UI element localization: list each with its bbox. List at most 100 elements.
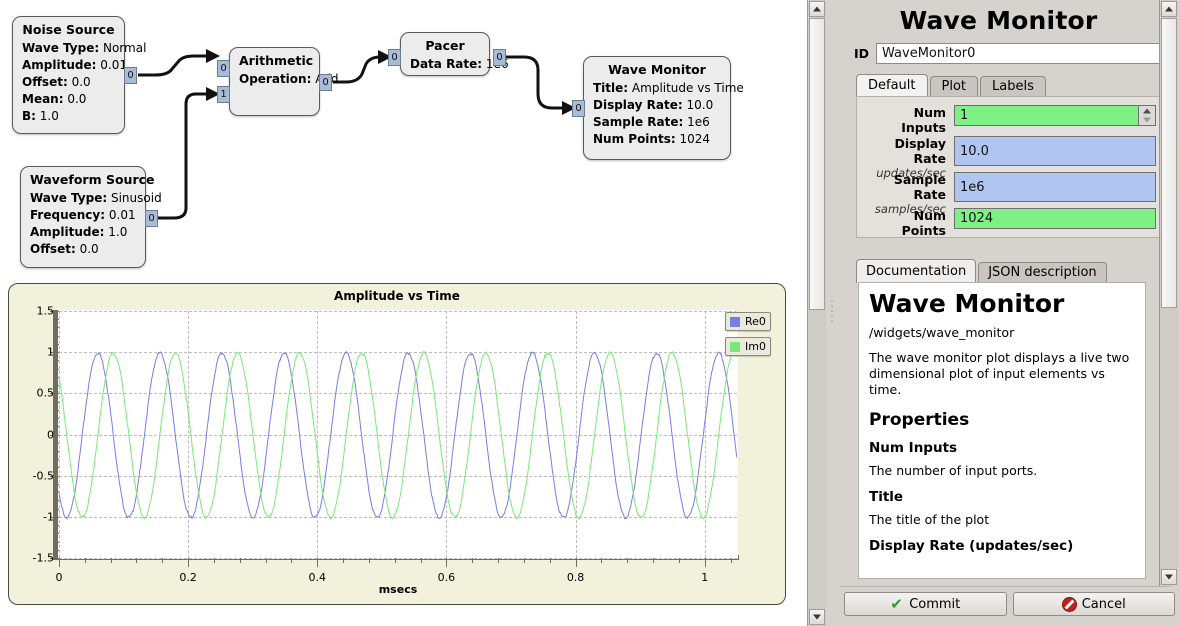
default-tab-content: Num Inputs Display Rate updates/sec bbox=[856, 96, 1161, 238]
node-title: Pacer bbox=[410, 38, 480, 53]
plot-area: 1.510.50-0.5-1-1.5 00.20.40.60.81 bbox=[58, 310, 738, 559]
property-value: 1.0 bbox=[108, 225, 127, 239]
y-tick-label: -0.5 bbox=[33, 469, 54, 482]
tab-labels[interactable]: Labels bbox=[980, 76, 1046, 97]
port-out-pacer-0[interactable]: 0 bbox=[493, 49, 506, 66]
node-arithmetic[interactable]: Arithmetic Operation: Add bbox=[229, 47, 320, 116]
x-tick-mark-minor bbox=[214, 558, 215, 563]
node-property: Mean: 0.0 bbox=[22, 91, 115, 108]
stepper-up-icon[interactable] bbox=[1139, 106, 1155, 116]
port-out-waveform-source-0[interactable]: 0 bbox=[145, 210, 158, 227]
y-tick-mark-minor bbox=[54, 509, 59, 510]
chart-title: Amplitude vs Time bbox=[9, 289, 785, 303]
node-wave-monitor[interactable]: Wave Monitor Title: Amplitude vs Time Di… bbox=[583, 56, 731, 160]
field-label-text: Display Rate bbox=[865, 136, 946, 166]
node-property: Frequency: 0.01 bbox=[30, 207, 136, 224]
num-points-input[interactable] bbox=[954, 208, 1156, 229]
port-out-noise-source-0[interactable]: 0 bbox=[124, 67, 137, 84]
num-inputs-input[interactable] bbox=[954, 105, 1139, 126]
property-value: 10.0 bbox=[687, 98, 714, 112]
tab-default[interactable]: Default bbox=[856, 74, 928, 97]
property-key: Wave Type: bbox=[22, 41, 99, 55]
x-tick-mark-minor bbox=[369, 558, 370, 563]
port-out-arithmetic-0[interactable]: 0 bbox=[319, 74, 332, 91]
node-property: Wave Type: Normal bbox=[22, 40, 115, 57]
port-in-arithmetic-0[interactable]: 0 bbox=[217, 60, 230, 77]
property-value: 0.0 bbox=[72, 75, 91, 89]
scrollbar-thumb[interactable] bbox=[809, 18, 825, 310]
property-value: 1e6 bbox=[687, 115, 710, 129]
x-tick-mark-minor bbox=[731, 558, 732, 563]
legend-item[interactable]: Im0 bbox=[725, 337, 771, 356]
y-tick-mark-minor bbox=[54, 426, 59, 427]
documentation-tabs: Documentation JSON description bbox=[856, 259, 1161, 283]
documentation-content[interactable]: Wave Monitor /widgets/wave_monitor The w… bbox=[858, 282, 1146, 579]
field-num-points: Num Points bbox=[865, 208, 1156, 238]
field-label-text: Num Inputs bbox=[865, 105, 946, 135]
tab-json-description[interactable]: JSON description bbox=[978, 262, 1106, 283]
workspace-scrollbar[interactable] bbox=[807, 0, 826, 626]
x-tick-mark-minor bbox=[136, 558, 137, 563]
node-noise-source[interactable]: Noise Source Wave Type: Normal Amplitude… bbox=[12, 16, 125, 134]
scroll-down-arrow[interactable] bbox=[1161, 569, 1177, 585]
legend-item[interactable]: Re0 bbox=[725, 312, 771, 331]
properties-panel: Wave Monitor ID Default Plot Labels Num … bbox=[840, 0, 1179, 626]
sample-rate-input[interactable] bbox=[954, 172, 1156, 202]
doc-prop-text: The title of the plot bbox=[869, 512, 1135, 528]
scrollbar-thumb[interactable] bbox=[1161, 18, 1177, 308]
property-key: Frequency: bbox=[30, 208, 105, 222]
field-num-inputs: Num Inputs bbox=[865, 105, 1156, 135]
x-tick-mark-minor bbox=[498, 558, 499, 563]
y-tick-label: 1 bbox=[47, 346, 54, 359]
x-tick-mark-minor bbox=[162, 558, 163, 563]
property-value: 1.0 bbox=[40, 109, 59, 123]
node-property: Title: Amplitude vs Time bbox=[593, 80, 721, 97]
flowgraph-canvas[interactable]: Noise Source Wave Type: Normal Amplitude… bbox=[0, 0, 806, 626]
y-tick-mark-minor bbox=[54, 385, 59, 386]
stepper-buttons[interactable] bbox=[1139, 105, 1156, 126]
port-in-arithmetic-1[interactable]: 1 bbox=[217, 86, 230, 103]
doc-heading: Wave Monitor bbox=[869, 289, 1135, 319]
y-tick-mark-minor bbox=[54, 550, 59, 551]
x-tick-mark bbox=[705, 558, 706, 567]
display-rate-input[interactable] bbox=[954, 136, 1156, 166]
node-title: Wave Monitor bbox=[593, 62, 721, 77]
x-tick-mark-minor bbox=[240, 558, 241, 563]
port-in-wave-monitor-0[interactable]: 0 bbox=[572, 100, 585, 117]
property-key: Mean: bbox=[22, 92, 64, 106]
node-property: B: 1.0 bbox=[22, 108, 115, 125]
property-key: Offset: bbox=[30, 242, 76, 256]
stepper-down-icon[interactable] bbox=[1139, 116, 1155, 126]
scroll-up-arrow[interactable] bbox=[1161, 1, 1177, 17]
y-tick-mark-minor bbox=[54, 476, 59, 477]
node-pacer[interactable]: Pacer Data Rate: 1e6 bbox=[400, 32, 490, 76]
doc-properties-heading: Properties bbox=[869, 410, 1135, 430]
scroll-up-arrow[interactable] bbox=[809, 1, 825, 17]
doc-path: /widgets/wave_monitor bbox=[869, 325, 1135, 340]
y-tick-mark-minor bbox=[54, 402, 59, 403]
y-tick-label: -1.5 bbox=[33, 552, 54, 565]
field-label-text: Sample Rate bbox=[865, 172, 946, 202]
property-value: 1024 bbox=[679, 132, 710, 146]
node-property: Display Rate: 10.0 bbox=[593, 97, 721, 114]
scroll-down-arrow[interactable] bbox=[809, 609, 825, 625]
node-property: Wave Type: Sinusoid bbox=[30, 190, 136, 207]
node-property: Amplitude: 1.0 bbox=[30, 224, 136, 241]
field-label-text: Num Points bbox=[865, 208, 946, 238]
node-property: Data Rate: 1e6 bbox=[410, 56, 480, 73]
tab-plot[interactable]: Plot bbox=[930, 76, 979, 97]
cancel-button[interactable]: Cancel bbox=[1013, 592, 1176, 616]
legend-swatch-re0 bbox=[730, 317, 740, 327]
commit-button[interactable]: ✔ Commit bbox=[844, 592, 1007, 616]
port-in-pacer-0[interactable]: 0 bbox=[388, 49, 401, 66]
tab-documentation[interactable]: Documentation bbox=[856, 259, 976, 283]
property-key: Data Rate: bbox=[410, 57, 482, 71]
num-inputs-stepper[interactable] bbox=[954, 105, 1156, 126]
node-waveform-source[interactable]: Waveform Source Wave Type: Sinusoid Freq… bbox=[20, 166, 146, 268]
property-value: 0.0 bbox=[67, 92, 86, 106]
property-value: Amplitude vs Time bbox=[632, 81, 744, 95]
waveform-trace-re0 bbox=[59, 352, 737, 519]
property-key: Offset: bbox=[22, 75, 68, 89]
panel-scrollbar[interactable] bbox=[1159, 0, 1178, 586]
id-input[interactable] bbox=[876, 43, 1160, 64]
